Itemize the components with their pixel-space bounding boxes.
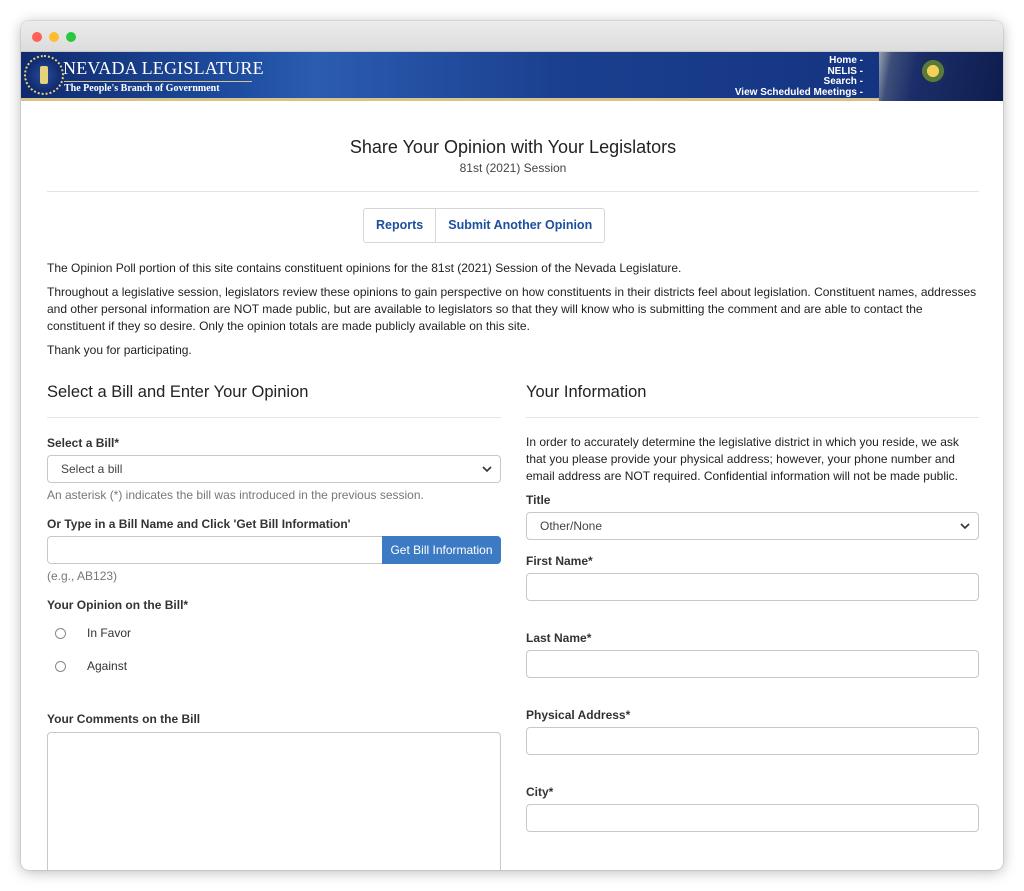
type-bill-label: Or Type in a Bill Name and Click 'Get Bi… xyxy=(47,517,351,531)
first-name-input[interactable] xyxy=(526,573,979,601)
against-label: Against xyxy=(87,659,128,673)
brand-title[interactable]: NEVADA LEGISLATURE xyxy=(63,58,264,79)
opinion-label: Your Opinion on the Bill* xyxy=(47,598,189,612)
window-titlebar xyxy=(21,21,1003,52)
bill-name-input[interactable] xyxy=(47,536,383,564)
last-name-label: Last Name* xyxy=(526,631,592,645)
action-button-group: Reports Submit Another Opinion xyxy=(363,208,606,243)
nav-home-link[interactable]: Home - xyxy=(735,55,863,67)
title-value: Other/None xyxy=(540,519,603,533)
intro-text: The Opinion Poll portion of this site co… xyxy=(47,261,682,275)
nav-meetings-link[interactable]: View Scheduled Meetings - xyxy=(735,87,863,99)
site-banner: NEVADA LEGISLATURE The People's Branch o… xyxy=(21,52,1003,101)
divider xyxy=(47,417,501,418)
info-text: In order to accurately determine the leg… xyxy=(526,435,959,483)
comments-textarea[interactable] xyxy=(47,732,501,870)
thanks-text: Thank you for participating. xyxy=(47,343,192,357)
divider xyxy=(47,191,979,192)
submit-another-opinion-button[interactable]: Submit Another Opinion xyxy=(435,209,605,242)
divider xyxy=(526,417,979,418)
chevron-down-icon xyxy=(482,466,492,473)
get-bill-information-button[interactable]: Get Bill Information xyxy=(382,536,501,564)
body-text: Throughout a legislative session, legisl… xyxy=(47,285,977,333)
maximize-window-button[interactable] xyxy=(66,32,76,42)
select-bill-label: Select a Bill* xyxy=(47,436,120,450)
opinion-option-in-favor[interactable]: In Favor xyxy=(55,625,131,641)
asterisk-hint: An asterisk (*) indicates the bill was i… xyxy=(47,488,424,502)
city-label: City* xyxy=(526,785,554,799)
comments-label: Your Comments on the Bill xyxy=(47,712,201,726)
browser-window: NEVADA LEGISLATURE The People's Branch o… xyxy=(21,21,1003,870)
minimize-window-button[interactable] xyxy=(49,32,59,42)
nevada-flag-image xyxy=(879,52,1003,101)
page-title: Share Your Opinion with Your Legislators xyxy=(349,137,677,157)
address-label: Physical Address* xyxy=(526,708,631,722)
info-section-heading: Your Information xyxy=(526,383,647,401)
close-window-button[interactable] xyxy=(32,32,42,42)
city-input[interactable] xyxy=(526,804,979,832)
physical-address-input[interactable] xyxy=(526,727,979,755)
last-name-input[interactable] xyxy=(526,650,979,678)
first-name-label: First Name* xyxy=(526,554,593,568)
bill-example-hint: (e.g., AB123) xyxy=(47,569,118,583)
bill-section-heading: Select a Bill and Enter Your Opinion xyxy=(47,383,309,401)
against-radio[interactable] xyxy=(55,660,66,672)
opinion-option-against[interactable]: Against xyxy=(55,658,127,674)
reports-button[interactable]: Reports xyxy=(364,209,436,242)
select-bill-dropdown[interactable]: Select a bill xyxy=(47,455,501,483)
title-label: Title xyxy=(526,493,551,507)
legislature-seal-icon xyxy=(24,55,64,95)
session-subtitle: 81st (2021) Session xyxy=(459,161,567,175)
brand-subtitle: The People's Branch of Government xyxy=(64,81,252,94)
in-favor-radio[interactable] xyxy=(55,627,66,639)
title-dropdown[interactable]: Other/None xyxy=(526,512,979,540)
chevron-down-icon xyxy=(960,523,970,530)
in-favor-label: In Favor xyxy=(87,626,132,640)
nav-search-link[interactable]: Search - xyxy=(735,76,863,88)
select-bill-value: Select a bill xyxy=(61,462,123,476)
top-nav: Home - NELIS - Search - View Scheduled M… xyxy=(735,55,863,99)
